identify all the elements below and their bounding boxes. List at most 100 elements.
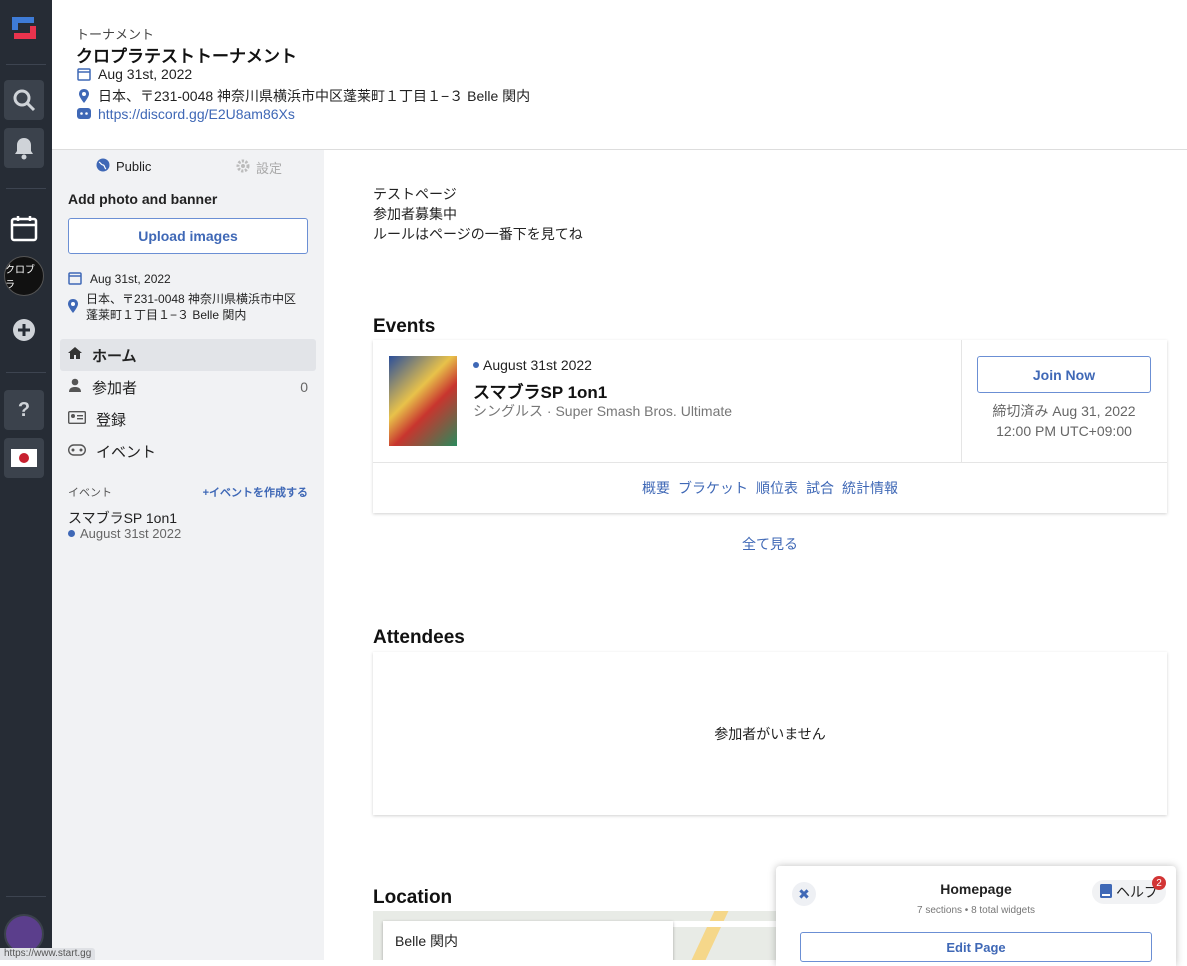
bell-icon[interactable]: [4, 128, 44, 168]
map-place-name: Belle 関内: [395, 933, 459, 949]
sidebar-item-label: 登録: [96, 411, 127, 429]
sidebar-address-row: 日本、〒231-0048 神奈川県横浜市中区 蓬莱町１丁目１−３ Belle 関…: [68, 291, 296, 323]
create-event-link[interactable]: +イベントを作成する: [203, 484, 308, 500]
sidebar-item-events[interactable]: イベント: [60, 435, 316, 467]
rail-divider: [6, 372, 46, 373]
calendar-icon: [68, 271, 82, 289]
sidebar-item-registration[interactable]: 登録: [60, 403, 316, 435]
sidebar-date: Aug 31st, 2022: [90, 272, 171, 286]
event-card: August 31st 2022 スマブラSP 1on1 シングルス · Sup…: [373, 340, 1167, 513]
left-rail: クロブラ ?: [0, 0, 52, 960]
rail-divider: [6, 188, 46, 189]
browser-status-url: https://www.start.gg: [0, 948, 96, 960]
attendees-card: 参加者がいません: [373, 652, 1167, 815]
event-link-standings[interactable]: 順位表: [756, 478, 798, 498]
sidebar-item-label: 参加者: [92, 379, 138, 397]
japan-flag-icon[interactable]: [4, 438, 44, 478]
visibility-label: Public: [116, 159, 152, 174]
map-place-label: Belle 関内: [383, 921, 673, 960]
add-photo-heading: Add photo and banner: [68, 191, 218, 207]
events-section-title: Events: [373, 316, 436, 337]
gamepad-icon: [67, 443, 87, 460]
attendees-section-title: Attendees: [373, 627, 465, 648]
sidebar-event-name[interactable]: スマブラSP 1on1: [68, 508, 177, 528]
person-icon: [68, 378, 82, 396]
upload-images-button[interactable]: Upload images: [68, 218, 308, 254]
discord-icon: [76, 108, 92, 120]
sidebar-event-date: August 31st 2022: [80, 526, 182, 541]
tournament-title: クロプラテストトーナメント: [76, 47, 297, 66]
help-icon[interactable]: ?: [4, 390, 44, 430]
settings-button[interactable]: 設定: [236, 158, 282, 177]
event-link-stats[interactable]: 統計情報: [842, 478, 898, 498]
startgg-logo-icon[interactable]: [10, 14, 38, 42]
join-now-button[interactable]: Join Now: [977, 356, 1151, 393]
description-line: テストページ: [373, 186, 457, 202]
settings-label: 設定: [256, 161, 283, 176]
tournament-sidebar: Public 設定 Add photo and banner Upload im…: [52, 150, 324, 960]
sidebar-event-date-row: August 31st 2022: [68, 526, 181, 541]
book-icon: [1100, 883, 1112, 901]
header-date: Aug 31st, 2022: [98, 66, 193, 82]
see-all-link[interactable]: 全て見る: [373, 534, 1167, 554]
calendar-icon: [76, 67, 92, 81]
rail-divider: [6, 64, 46, 65]
deadline-line: 締切済み Aug 31, 2022: [992, 403, 1136, 419]
home-icon: [68, 346, 82, 364]
registration-deadline: 締切済み Aug 31, 2022 12:00 PM UTC+09:00: [977, 401, 1151, 441]
deadline-line: 12:00 PM UTC+09:00: [996, 423, 1132, 439]
event-game-thumbnail[interactable]: [389, 356, 457, 446]
map-pin-icon: [76, 89, 92, 103]
header-discord-row: https://discord.gg/E2U8am86Xs: [76, 106, 295, 122]
attendee-count: 0: [300, 379, 308, 395]
header-address: 日本、〒231-0048 神奈川県横浜市中区蓬莱町１丁目１−３ Belle 関内: [98, 88, 531, 104]
edit-page-button[interactable]: Edit Page: [800, 932, 1152, 962]
visibility-toggle[interactable]: Public: [96, 158, 151, 175]
event-links: 概要 ブラケット 順位表 試合 統計情報: [373, 478, 1167, 498]
description-line: 参加者募集中: [373, 206, 457, 222]
help-badge: 2: [1152, 876, 1166, 890]
description-line: ルールはページの一番下を見てね: [373, 226, 583, 242]
card-divider: [961, 340, 962, 462]
no-attendees-message: 参加者がいません: [714, 726, 826, 742]
event-date-row: August 31st 2022: [473, 357, 592, 373]
event-name[interactable]: スマブラSP 1on1: [473, 378, 607, 403]
calendar-icon[interactable]: [4, 208, 44, 248]
header-date-row: Aug 31st, 2022: [76, 66, 192, 82]
main-content: テストページ 参加者募集中 ルールはページの一番下を見てね Events Aug…: [324, 150, 1187, 960]
header-address-row: 日本、〒231-0048 神奈川県横浜市中区蓬莱町１丁目１−３ Belle 関内: [76, 86, 530, 106]
events-header-label: イベント: [68, 487, 112, 499]
status-dot-icon: [68, 530, 75, 537]
homepage-editor-panel: ✖ Homepage 7 sections • 8 total widgets …: [776, 866, 1176, 966]
location-map[interactable]: Belle 関内: [373, 911, 776, 960]
add-icon[interactable]: [4, 310, 44, 350]
sidebar-address-line2: 蓬莱町１丁目１−３ Belle 関内: [86, 308, 247, 322]
event-link-matches[interactable]: 試合: [806, 478, 834, 498]
sidebar-item-home[interactable]: ホーム: [60, 339, 316, 371]
tournament-avatar-text: クロブラ: [5, 265, 35, 291]
rail-divider: [6, 896, 46, 897]
panel-subtitle: 7 sections • 8 total widgets: [916, 905, 1035, 916]
event-date: August 31st 2022: [483, 357, 592, 373]
tournament-header: トーナメント クロプラテストトーナメント Aug 31st, 2022 日本、〒…: [52, 0, 1187, 150]
event-link-bracket[interactable]: ブラケット: [678, 478, 748, 498]
sidebar-item-label: イベント: [96, 443, 157, 461]
events-section-header: イベント +イベントを作成する: [68, 484, 308, 500]
card-divider: [373, 462, 1167, 463]
sidebar-item-label: ホーム: [92, 347, 137, 365]
event-link-overview[interactable]: 概要: [642, 478, 670, 498]
sidebar-address-line1: 日本、〒231-0048 神奈川県横浜市中区: [86, 292, 297, 306]
tournament-type-label: トーナメント: [76, 27, 155, 42]
tournament-avatar[interactable]: クロブラ: [4, 256, 44, 296]
map-road: [691, 911, 729, 960]
gear-icon: [236, 159, 250, 176]
search-icon[interactable]: [4, 80, 44, 120]
event-game: シングルス · Super Smash Bros. Ultimate: [473, 403, 733, 419]
sidebar-date-row: Aug 31st, 2022: [68, 271, 171, 289]
map-pin-icon: [68, 291, 78, 323]
tournament-description: テストページ 参加者募集中 ルールはページの一番下を見てね: [373, 184, 583, 244]
discord-link[interactable]: https://discord.gg/E2U8am86Xs: [98, 106, 295, 122]
globe-icon: [96, 158, 110, 175]
sidebar-item-attendees[interactable]: 参加者 0: [60, 371, 316, 403]
location-section-title: Location: [373, 887, 453, 908]
